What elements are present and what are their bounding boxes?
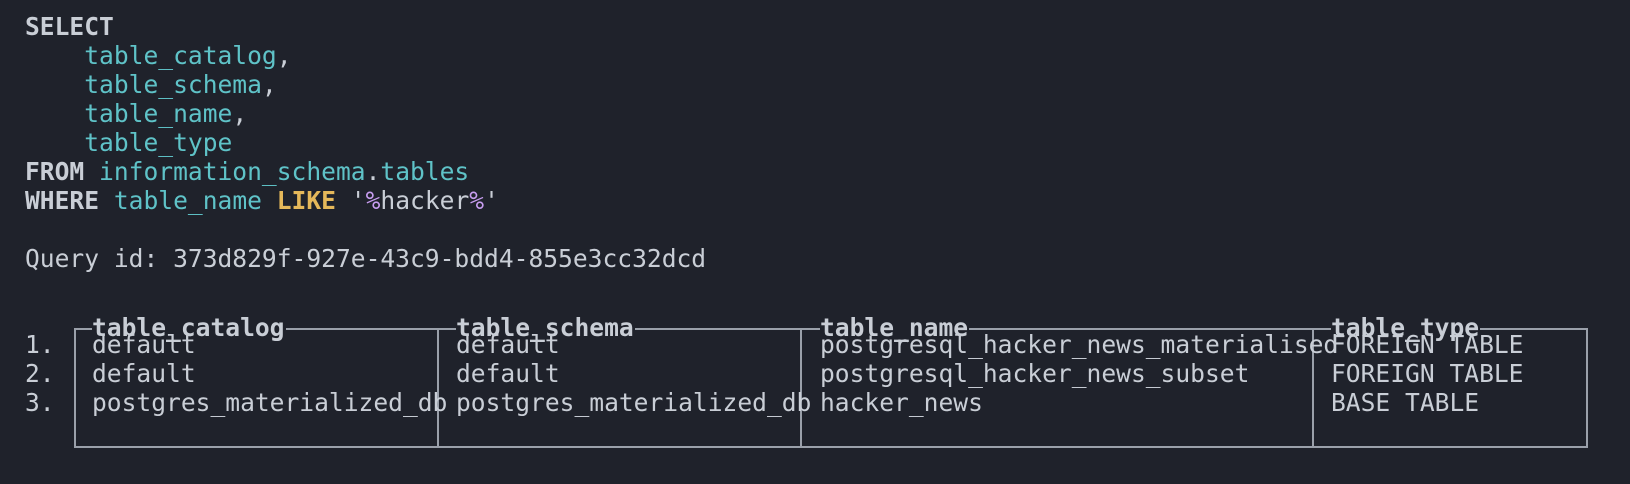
table-cell: FOREIGN TABLE xyxy=(1331,330,1524,359)
sql-column: table_type xyxy=(84,128,233,157)
table-cell: postgres_materialized_db xyxy=(92,388,448,417)
sql-dot: . xyxy=(365,157,381,186)
sql-where-keyword: WHERE xyxy=(25,186,100,215)
table-cell: FOREIGN TABLE xyxy=(1331,359,1524,388)
table-cell: default xyxy=(92,359,196,388)
sql-wildcard: % xyxy=(469,186,485,215)
sql-column: table_catalog xyxy=(84,41,277,70)
table-cell: default xyxy=(456,330,560,359)
sql-pattern-text: hacker xyxy=(380,186,470,215)
sql-where-line: WHERE table_name LIKE '%hacker%' xyxy=(25,186,499,216)
table-cell: postgresql_hacker_news_subset xyxy=(820,359,1250,388)
query-id-value: 373d829f-927e-43c9-bdd4-855e3cc32dcd xyxy=(173,244,707,273)
sql-column: table_name xyxy=(84,99,233,128)
sql-comma: , xyxy=(276,41,292,70)
sql-comma: , xyxy=(232,99,248,128)
table-cell: BASE TABLE xyxy=(1331,388,1480,417)
sql-like-keyword: LIKE xyxy=(276,186,336,215)
sql-select-line: SELECT xyxy=(25,12,114,42)
sql-quote-close: ' xyxy=(484,186,499,215)
sql-column-line: table_schema, xyxy=(25,70,277,100)
sql-where-column: table_name xyxy=(113,186,262,215)
sql-comma: , xyxy=(261,70,277,99)
sql-from-line: FROM information_schema.tables xyxy=(25,157,469,187)
sql-column-line: table_type xyxy=(25,128,232,158)
sql-select-keyword: SELECT xyxy=(25,12,114,41)
row-number: 1. xyxy=(25,330,55,359)
sql-quote-open: ' xyxy=(350,186,366,215)
table-cell: default xyxy=(456,359,560,388)
table-cell: hacker_news xyxy=(820,388,983,417)
sql-from-schema: information_schema xyxy=(99,157,366,186)
sql-column: table_schema xyxy=(84,70,262,99)
sql-column-line: table_name, xyxy=(25,99,247,129)
table-cell: postgres_materialized_db xyxy=(456,388,812,417)
query-id-label: Query id: xyxy=(25,244,174,273)
sql-from-table: tables xyxy=(380,157,470,186)
table-cell: postgresql_hacker_news_materialised xyxy=(820,330,1339,359)
sql-column-line: table_catalog, xyxy=(25,41,292,71)
sql-wildcard: % xyxy=(365,186,381,215)
row-number: 3. xyxy=(25,388,55,417)
sql-from-keyword: FROM xyxy=(25,157,85,186)
table-cell: default xyxy=(92,330,196,359)
row-number: 2. xyxy=(25,359,55,388)
query-id-line: Query id: 373d829f-927e-43c9-bdd4-855e3c… xyxy=(25,244,706,274)
